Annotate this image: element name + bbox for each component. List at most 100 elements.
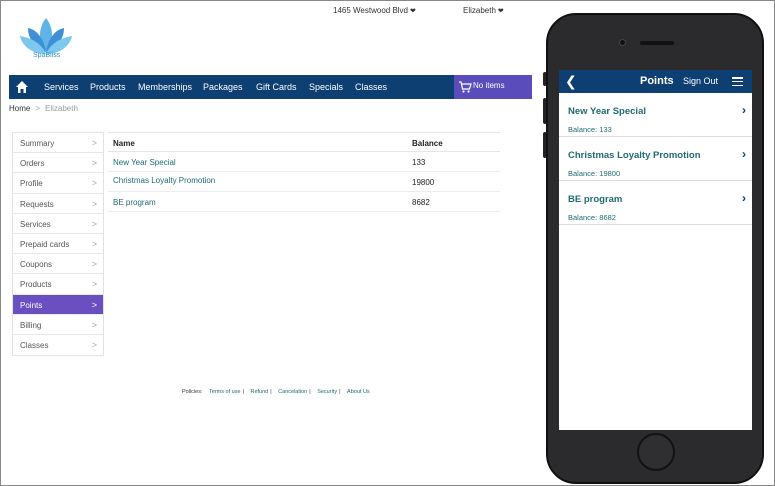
sidebar-item-label: Coupons (20, 260, 53, 270)
points-balance: 19800 (412, 178, 435, 187)
table-row: New Year Special 133 (108, 152, 500, 172)
points-program-name: Christmas Loyalty Promotion (568, 150, 701, 161)
sign-out-button[interactable]: Sign Out (683, 76, 718, 86)
chevron-right-icon: > (91, 238, 97, 249)
list-item[interactable]: Christmas Loyalty Promotion Balance: 198… (559, 137, 752, 181)
footer-link-terms[interactable]: Terms of use (209, 389, 240, 395)
chevron-right-icon: > (91, 218, 97, 229)
points-program-link[interactable]: BE program (113, 198, 156, 207)
chevron-down-icon: ❤ (497, 8, 504, 15)
sidebar-item-label: Services (20, 219, 51, 229)
nav-specials[interactable]: Specials (309, 82, 343, 92)
cart-label: No items (473, 81, 505, 90)
nav-classes[interactable]: Classes (355, 82, 387, 92)
phone-home-button (637, 433, 675, 471)
table-row: BE program 8682 (108, 192, 500, 212)
column-header-balance: Balance (412, 139, 443, 148)
chevron-right-icon: › (742, 191, 746, 205)
nav-packages[interactable]: Packages (203, 82, 243, 92)
user-menu[interactable]: Elizabeth ❤ (463, 6, 504, 15)
chevron-right-icon: > (91, 319, 97, 330)
nav-products[interactable]: Products (90, 82, 126, 92)
points-balance: 133 (412, 158, 426, 167)
nav-gift-cards[interactable]: Gift Cards (256, 82, 297, 92)
breadcrumb: Home > Elizabeth (9, 104, 78, 113)
back-arrow-icon[interactable]: ❮ (565, 73, 577, 90)
chevron-right-icon: > (91, 158, 97, 169)
sidebar-item-profile[interactable]: Profile > (13, 173, 103, 194)
sidebar-item-label: Classes (20, 340, 49, 350)
sidebar-item-orders[interactable]: Orders > (13, 153, 103, 174)
speaker-grille (640, 41, 674, 45)
sidebar-item-label: Billing (20, 320, 42, 330)
sidebar-item-label: Profile (20, 179, 43, 189)
footer-link-refund[interactable]: Refund (250, 389, 268, 395)
breadcrumb-separator: > (35, 104, 41, 113)
sidebar-item-summary[interactable]: Summary > (13, 133, 103, 154)
sidebar-item-coupons[interactable]: Coupons > (13, 254, 103, 275)
sidebar-item-products[interactable]: Products > (13, 274, 103, 295)
sidebar-item-points[interactable]: Points > (13, 294, 103, 315)
nav-memberships[interactable]: Memberships (138, 82, 192, 92)
list-item[interactable]: BE program Balance: 8682 › (559, 181, 752, 225)
sidebar-item-label: Points (20, 300, 43, 310)
sidebar-item-prepaid-cards[interactable]: Prepaid cards > (13, 234, 103, 255)
location-label: 1465 Westwood Blvd (333, 6, 409, 15)
phone-mockup: ❮ Points Sign Out New Year Special Balan… (546, 13, 764, 484)
points-program-name: BE program (568, 194, 623, 205)
chevron-right-icon: > (91, 178, 97, 189)
breadcrumb-current: Elizabeth (45, 104, 78, 113)
sidebar-item-classes[interactable]: Classes > (13, 335, 103, 355)
sidebar-item-label: Requests (20, 199, 54, 209)
footer-separator: | (309, 389, 311, 395)
brand-name: SpaBliss (33, 52, 61, 59)
list-item[interactable]: New Year Special Balance: 133 › (559, 93, 752, 137)
points-balance: 8682 (412, 198, 430, 207)
points-balance: Balance: 133 (568, 125, 612, 134)
cart-icon (459, 81, 472, 93)
sidebar-item-services[interactable]: Services > (13, 214, 103, 234)
cart-button[interactable]: No items (454, 75, 532, 99)
column-header-name: Name (113, 139, 135, 148)
mobile-screen: ❮ Points Sign Out New Year Special Balan… (559, 70, 752, 430)
sidebar-item-label: Products (20, 280, 52, 290)
points-balance: Balance: 8682 (568, 213, 616, 222)
table-row: Christmas Loyalty Promotion 19800 (108, 172, 500, 192)
camera-icon (619, 39, 626, 46)
mobile-page-title: Points (640, 75, 674, 87)
footer-policies: Policies: Terms of use | Refund | Cancelat… (182, 389, 372, 395)
main-navbar: Services Products Memberships Packages G… (9, 75, 532, 99)
user-name: Elizabeth (463, 6, 496, 15)
points-table: Name Balance New Year Special 133 Christ… (108, 132, 500, 212)
points-program-name: New Year Special (568, 106, 646, 117)
chevron-right-icon: › (742, 147, 746, 161)
chevron-right-icon: > (91, 279, 97, 290)
sidebar-item-label: Summary (20, 139, 55, 148)
footer-link-cancelation[interactable]: Cancelation (278, 389, 307, 395)
nav-services[interactable]: Services (44, 82, 79, 92)
sidebar-item-billing[interactable]: Billing > (13, 315, 103, 335)
table-header: Name Balance (108, 132, 500, 152)
sidebar-item-requests[interactable]: Requests > (13, 194, 103, 214)
sidebar-item-label: Prepaid cards (20, 239, 70, 249)
hamburger-menu-icon[interactable] (732, 77, 743, 87)
footer-prefix: Policies: (182, 389, 203, 395)
points-program-link[interactable]: Christmas Loyalty Promotion (113, 176, 215, 185)
points-program-link[interactable]: New Year Special (113, 158, 176, 167)
account-sidebar: Summary > Orders > Profile > Requests > Serv… (12, 132, 104, 357)
chevron-right-icon: > (91, 198, 97, 209)
mobile-points-list: New Year Special Balance: 133 › Christma… (559, 93, 752, 225)
chevron-right-icon: > (91, 339, 97, 350)
chevron-right-icon: > (91, 299, 97, 310)
footer-link-security[interactable]: Security (317, 389, 337, 395)
points-balance: Balance: 19800 (568, 169, 621, 178)
mobile-header: ❮ Points Sign Out (559, 70, 752, 93)
home-icon[interactable] (15, 80, 29, 94)
chevron-right-icon: > (91, 138, 97, 148)
footer-separator: | (242, 389, 244, 395)
breadcrumb-home[interactable]: Home (9, 104, 30, 113)
location-selector[interactable]: 1465 Westwood Blvd ❤ (333, 6, 416, 15)
footer-link-about[interactable]: About Us (347, 389, 370, 395)
chevron-right-icon: > (91, 259, 97, 270)
chevron-down-icon: ❤ (410, 8, 416, 15)
